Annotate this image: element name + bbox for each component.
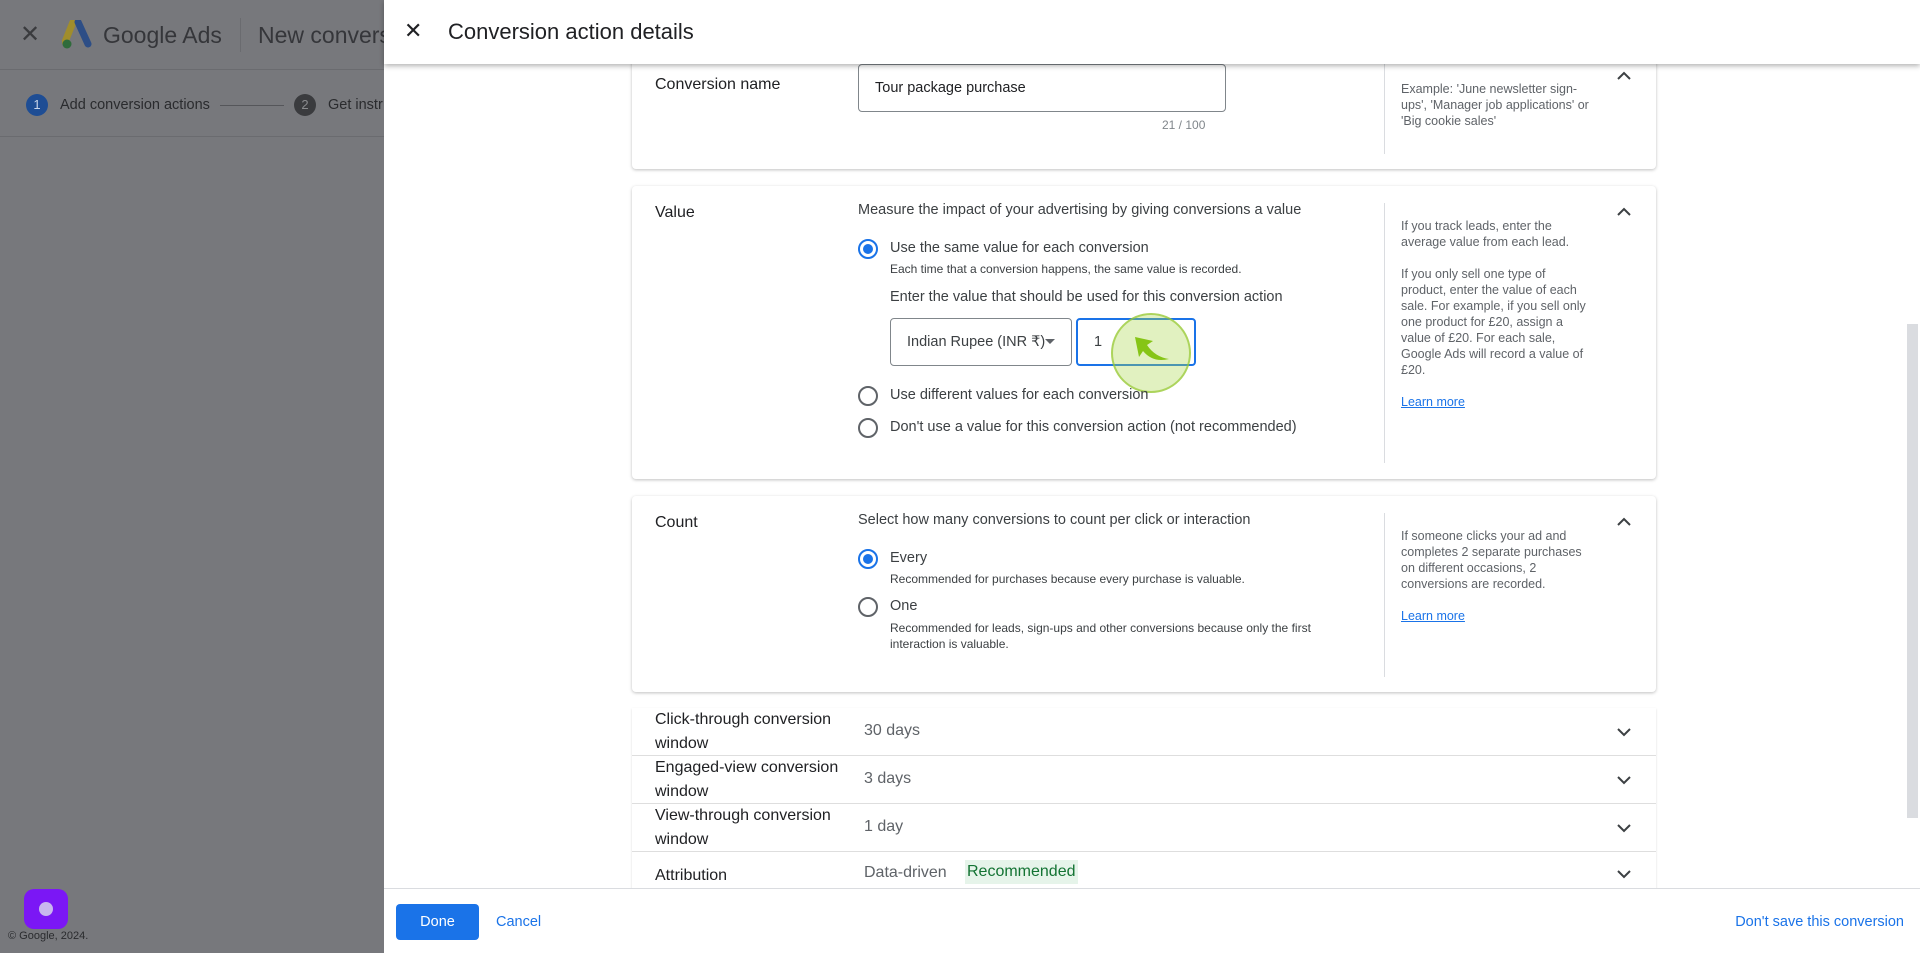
row-label: Attribution [655,867,728,884]
recommended-badge: Recommended [965,860,1078,884]
value-learn-more-link[interactable]: Learn more [1401,395,1465,409]
dropdown-arrow-icon [1045,339,1055,344]
dont-save-button[interactable]: Don't save this conversion [1735,914,1904,930]
cursor-arrow-icon [1135,337,1169,360]
attribution-row[interactable]: Attribution Data-driven Recommended [632,852,1656,892]
panel-header: ✕ Conversion action details [384,0,1920,64]
option-same-value-sub: Each time that a conversion happens, the… [890,262,1242,276]
option-every-sub: Recommended for purchases because every … [890,572,1245,586]
count-label: Count [655,514,698,531]
count-card: Count Select how many conversions to cou… [632,496,1656,692]
radio-different-values[interactable] [858,386,878,406]
chevron-down-icon[interactable] [1612,816,1636,840]
stepper: 1 Add conversion actions 2 Get instr [0,70,384,137]
value-description: Measure the impact of your advertising b… [858,202,1302,218]
chevron-up-icon[interactable] [1612,510,1636,534]
count-help: If someone clicks your ad and completes … [1401,529,1582,591]
chevron-down-icon[interactable] [1612,862,1636,886]
step-1-badge: 1 [26,94,48,116]
cancel-button[interactable]: Cancel [496,914,541,930]
conversion-name-help: Example: 'June newsletter sign-ups', 'Ma… [1401,82,1589,128]
assistant-launcher-button[interactable] [24,889,68,929]
close-icon[interactable]: ✕ [20,20,40,49]
step-2-badge: 2 [294,94,316,116]
conversion-name-input[interactable]: Tour package purchase [858,64,1226,112]
row-value: Data-driven [864,864,947,881]
step-2-label[interactable]: Get instr [328,97,383,113]
row-label: Click-through conversion window [655,711,832,752]
app-name: Google Ads [103,22,222,48]
page-title: New convers [258,22,391,48]
row-value: 3 days [864,770,912,787]
chevron-down-icon[interactable] [1612,720,1636,744]
row-value: 1 day [864,818,904,835]
radio-one[interactable] [858,597,878,617]
panel-footer: Done Cancel Don't save this conversion [384,888,1920,953]
google-ads-logo-icon [62,20,92,49]
radio-no-value[interactable] [858,418,878,438]
value-amount: 1 [1094,334,1103,350]
enter-value-prompt: Enter the value that should be used for … [890,289,1283,305]
radio-every[interactable] [858,549,878,569]
divider [240,18,241,52]
conversion-name-label: Conversion name [655,76,781,93]
cursor-highlight [1111,313,1191,393]
currency-value: Indian Rupee (INR ₹) [907,334,1046,350]
divider [1384,203,1385,463]
row-label: Engaged-view conversion window [655,759,839,800]
option-different-values-label: Use different values for each conversion [890,387,1149,403]
radio-same-value[interactable] [858,239,878,259]
click-through-window-row[interactable]: Click-through conversion window 30 days [632,708,1656,756]
currency-select[interactable]: Indian Rupee (INR ₹) [890,318,1072,366]
chevron-down-icon[interactable] [1612,768,1636,792]
background-header: ✕ Google Ads New convers [0,0,391,70]
step-connector [220,105,284,106]
value-help-2: If you only sell one type of product, en… [1401,267,1586,377]
value-help-1: If you track leads, enter the average va… [1401,219,1570,249]
view-through-window-row[interactable]: View-through conversion window 1 day [632,804,1656,852]
chevron-up-icon[interactable] [1612,64,1636,88]
value-card: Value Measure the impact of your adverti… [632,186,1656,479]
step-1-label[interactable]: Add conversion actions [60,97,210,113]
option-every-label: Every [890,550,928,566]
copyright: © Google, 2024. [8,930,89,942]
option-one-label: One [890,598,918,614]
row-label: View-through conversion window [655,807,831,848]
scrollbar[interactable] [1905,64,1919,888]
divider [1384,513,1385,677]
divider [1384,64,1385,154]
engaged-view-window-row[interactable]: Engaged-view conversion window 3 days [632,756,1656,804]
scrollbar-thumb[interactable] [1907,324,1918,818]
panel-title: Conversion action details [448,19,694,44]
option-no-value-label: Don't use a value for this conversion ac… [890,419,1297,435]
count-description: Select how many conversions to count per… [858,512,1251,528]
done-button[interactable]: Done [396,904,479,940]
close-icon[interactable]: ✕ [404,18,422,44]
option-same-value-label: Use the same value for each conversion [890,240,1149,256]
char-counter: 21 / 100 [1162,118,1206,132]
option-one-sub: Recommended for leads, sign-ups and othe… [890,621,1311,651]
value-label: Value [655,204,695,221]
row-value: 30 days [864,722,921,739]
count-learn-more-link[interactable]: Learn more [1401,609,1465,623]
chevron-up-icon[interactable] [1612,200,1636,224]
conversion-details-panel: ✕ Conversion action details Conversion n… [384,0,1920,953]
